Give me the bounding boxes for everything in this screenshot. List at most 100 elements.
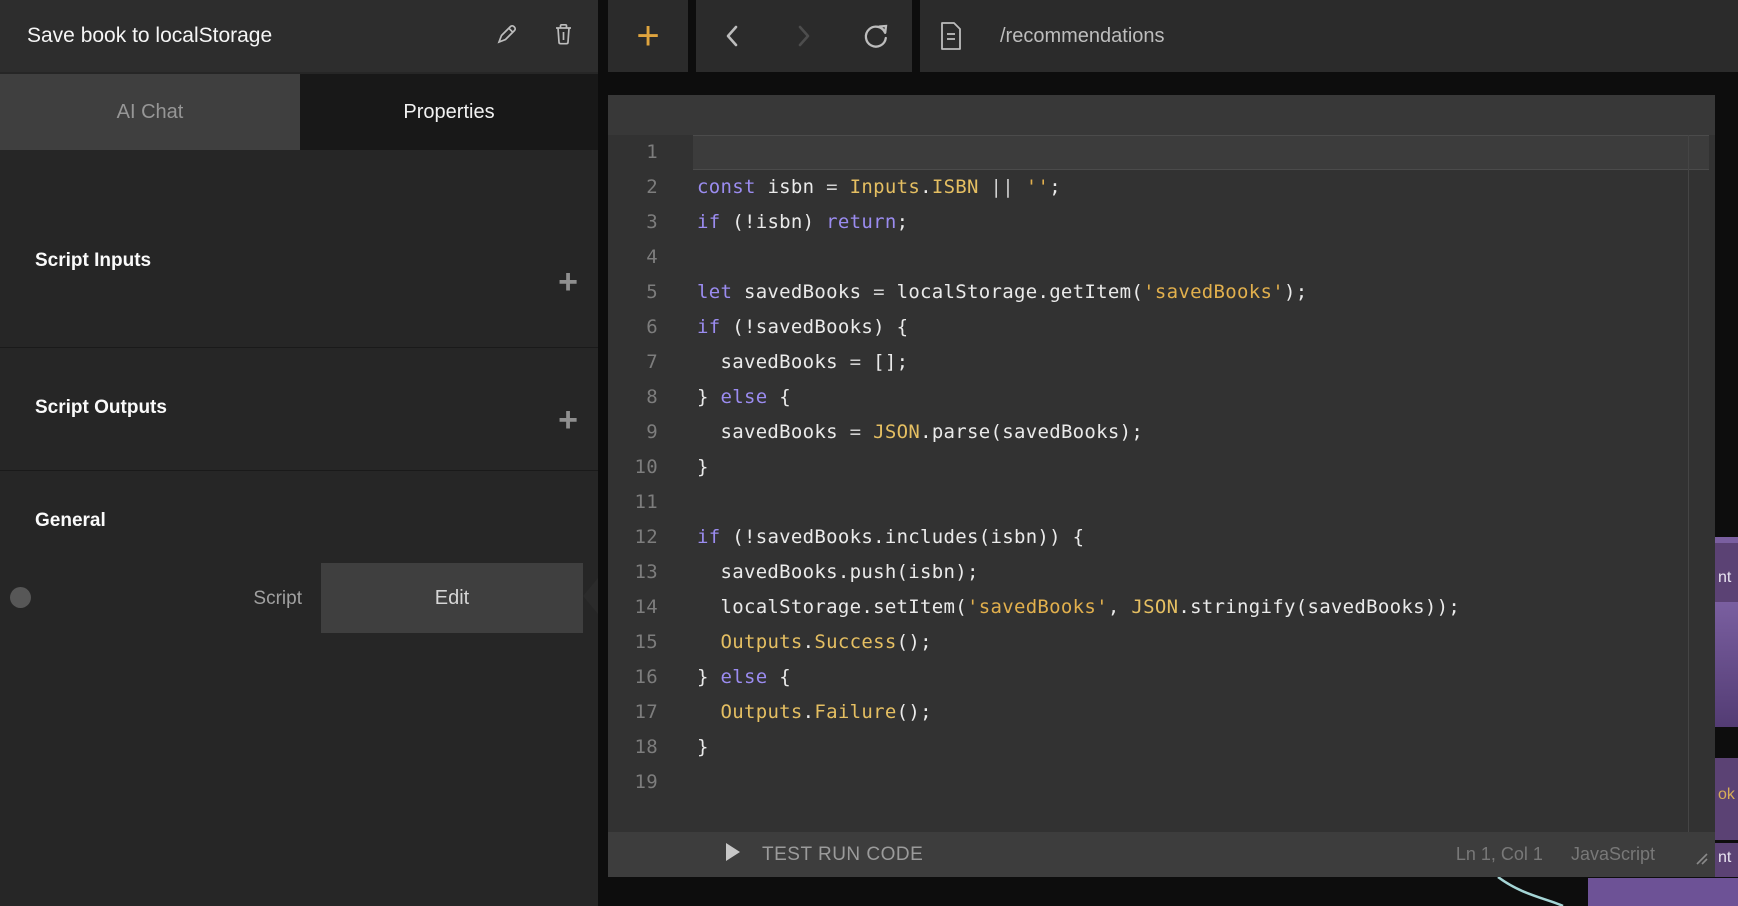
trash-icon [552, 22, 575, 51]
code-line[interactable]: 19 [608, 765, 1715, 800]
line-number: 8 [608, 380, 668, 415]
code-line-content: } else { [693, 660, 1709, 695]
test-run-code-label: TEST RUN CODE [762, 844, 923, 866]
code-line-content: } else { [693, 380, 1709, 415]
tab-properties[interactable]: Properties [300, 74, 598, 150]
pencil-icon [495, 22, 519, 51]
code-line-content [693, 485, 1709, 520]
editor-statusbar: TEST RUN CODE Ln 1, Col 1 JavaScript [608, 832, 1715, 877]
code-line[interactable]: 16 } else { [608, 660, 1715, 695]
code-line[interactable]: 18} [608, 730, 1715, 765]
line-number: 13 [608, 555, 668, 590]
panel-tabs: AI Chat Properties [0, 74, 598, 150]
node-fragment-label: nt [1718, 569, 1731, 587]
code-line[interactable]: 1 [608, 135, 1715, 170]
line-number: 10 [608, 450, 668, 485]
code-line[interactable]: 15 Outputs.Success(); [608, 625, 1715, 660]
url-bar[interactable]: /recommendations [920, 0, 1738, 72]
script-port-dot[interactable] [10, 587, 31, 608]
code-line-content: } [693, 450, 1709, 485]
code-line-content: savedBooks = JSON.parse(savedBooks); [693, 415, 1709, 450]
forward-button[interactable] [787, 19, 821, 53]
url-text: /recommendations [1000, 25, 1165, 48]
code-line[interactable]: 11 [608, 485, 1715, 520]
node-fragment[interactable]: nt [1715, 843, 1738, 877]
code-line[interactable]: 9 savedBooks = JSON.parse(savedBooks); [608, 415, 1715, 450]
code-line-content: savedBooks.push(isbn); [693, 555, 1709, 590]
code-line[interactable]: 14 localStorage.setItem('savedBooks', JS… [608, 590, 1715, 625]
line-number: 18 [608, 730, 668, 765]
code-line-content: if (!savedBooks.includes(isbn)) { [693, 520, 1709, 555]
node-fragment[interactable] [1715, 602, 1738, 727]
line-number: 19 [608, 765, 668, 800]
code-line-content: localStorage.setItem('savedBooks', JSON.… [693, 590, 1709, 625]
line-number: 17 [608, 695, 668, 730]
node-header: Save book to localStorage [0, 0, 598, 72]
code-line-content [693, 240, 1709, 275]
delete-button[interactable] [546, 19, 580, 53]
language-indicator[interactable]: JavaScript [1571, 844, 1655, 865]
line-number: 3 [608, 205, 668, 240]
cursor-position: Ln 1, Col 1 [1456, 844, 1543, 865]
line-number: 2 [608, 170, 668, 205]
line-number: 6 [608, 310, 668, 345]
code-line[interactable]: 13 savedBooks.push(isbn); [608, 555, 1715, 590]
script-property-label: Script [230, 588, 302, 610]
code-line[interactable]: 8 } else { [608, 380, 1715, 415]
code-line[interactable]: 4 [608, 240, 1715, 275]
code-line-content: if (!isbn) return; [693, 205, 1709, 240]
code-line[interactable]: 12 if (!savedBooks.includes(isbn)) { [608, 520, 1715, 555]
line-number: 11 [608, 485, 668, 520]
section-divider [0, 347, 598, 348]
line-number: 5 [608, 275, 668, 310]
node-title: Save book to localStorage [27, 24, 272, 48]
editor-top-padding [608, 95, 1715, 135]
code-line[interactable]: 7 savedBooks = []; [608, 345, 1715, 380]
code-line[interactable]: 2 const isbn = Inputs.ISBN || ''; [608, 170, 1715, 205]
back-button[interactable] [715, 19, 749, 53]
node-fragment[interactable]: nt [1715, 537, 1738, 608]
code-line-content: Outputs.Success(); [693, 625, 1709, 660]
rename-button[interactable] [490, 19, 524, 53]
line-number: 1 [608, 135, 668, 170]
line-number: 7 [608, 345, 668, 380]
code-line[interactable]: 17 Outputs.Failure(); [608, 695, 1715, 730]
section-title-script-inputs: Script Inputs [35, 250, 151, 272]
preview-nav-group [696, 0, 912, 72]
tab-ai-chat[interactable]: AI Chat [0, 74, 300, 150]
node-fragment[interactable]: ok [1715, 758, 1738, 840]
resize-handle-icon[interactable] [1693, 850, 1709, 871]
section-title-script-outputs: Script Outputs [35, 397, 167, 419]
editor-column-ruler [1688, 135, 1689, 832]
add-node-button[interactable]: + [608, 0, 688, 72]
code-line[interactable]: 10} [608, 450, 1715, 485]
test-run-code-button[interactable]: TEST RUN CODE [725, 843, 923, 866]
code-line-content: } [693, 730, 1709, 765]
connection-wire [1460, 877, 1720, 906]
code-line[interactable]: 5 let savedBooks = localStorage.getItem('… [608, 275, 1715, 310]
node-fragment-label: ok [1718, 786, 1735, 804]
code-line-content: let savedBooks = localStorage.getItem('s… [693, 275, 1709, 310]
code-line-content: if (!savedBooks) { [693, 310, 1709, 345]
edit-connector-notch [583, 578, 598, 614]
line-number: 16 [608, 660, 668, 695]
code-line[interactable]: 6 if (!savedBooks) { [608, 310, 1715, 345]
section-divider [0, 470, 598, 471]
code-line-content: const isbn = Inputs.ISBN || ''; [693, 170, 1709, 205]
app-root: { "panel": { "title": "Save book to loca… [0, 0, 1738, 906]
line-number: 9 [608, 415, 668, 450]
add-script-output-button[interactable]: + [551, 403, 585, 437]
code-area[interactable]: 12 const isbn = Inputs.ISBN || ''; 3 if (!i… [608, 135, 1715, 800]
line-number: 15 [608, 625, 668, 660]
line-number: 14 [608, 590, 668, 625]
add-script-input-button[interactable]: + [551, 265, 585, 299]
code-line-content: Outputs.Failure(); [693, 695, 1709, 730]
play-icon [725, 843, 740, 866]
line-number: 12 [608, 520, 668, 555]
properties-panel: Save book to localStorage AI Chat Proper… [0, 0, 598, 906]
refresh-button[interactable] [859, 19, 893, 53]
edit-script-button[interactable]: Edit [321, 563, 583, 633]
code-line-content: savedBooks = []; [693, 345, 1709, 380]
code-line-content [693, 765, 1709, 800]
code-line[interactable]: 3 if (!isbn) return; [608, 205, 1715, 240]
